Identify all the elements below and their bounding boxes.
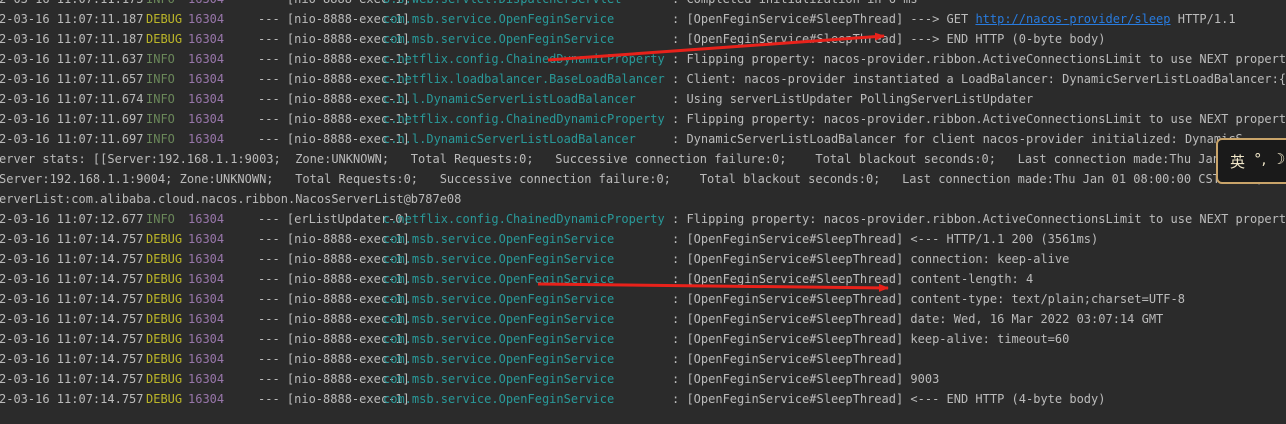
red-arrow-top [547, 32, 885, 62]
ime-chinese-mode: 英 [1230, 153, 1246, 171]
annotation-arrows [537, 32, 889, 292]
ime-punctuation: °, [1254, 150, 1267, 168]
ime-status-indicator[interactable]: 英 °, ☽ [1216, 138, 1286, 184]
red-arrow-bottom [537, 282, 889, 292]
moon-icon: ☽ [1272, 150, 1286, 168]
